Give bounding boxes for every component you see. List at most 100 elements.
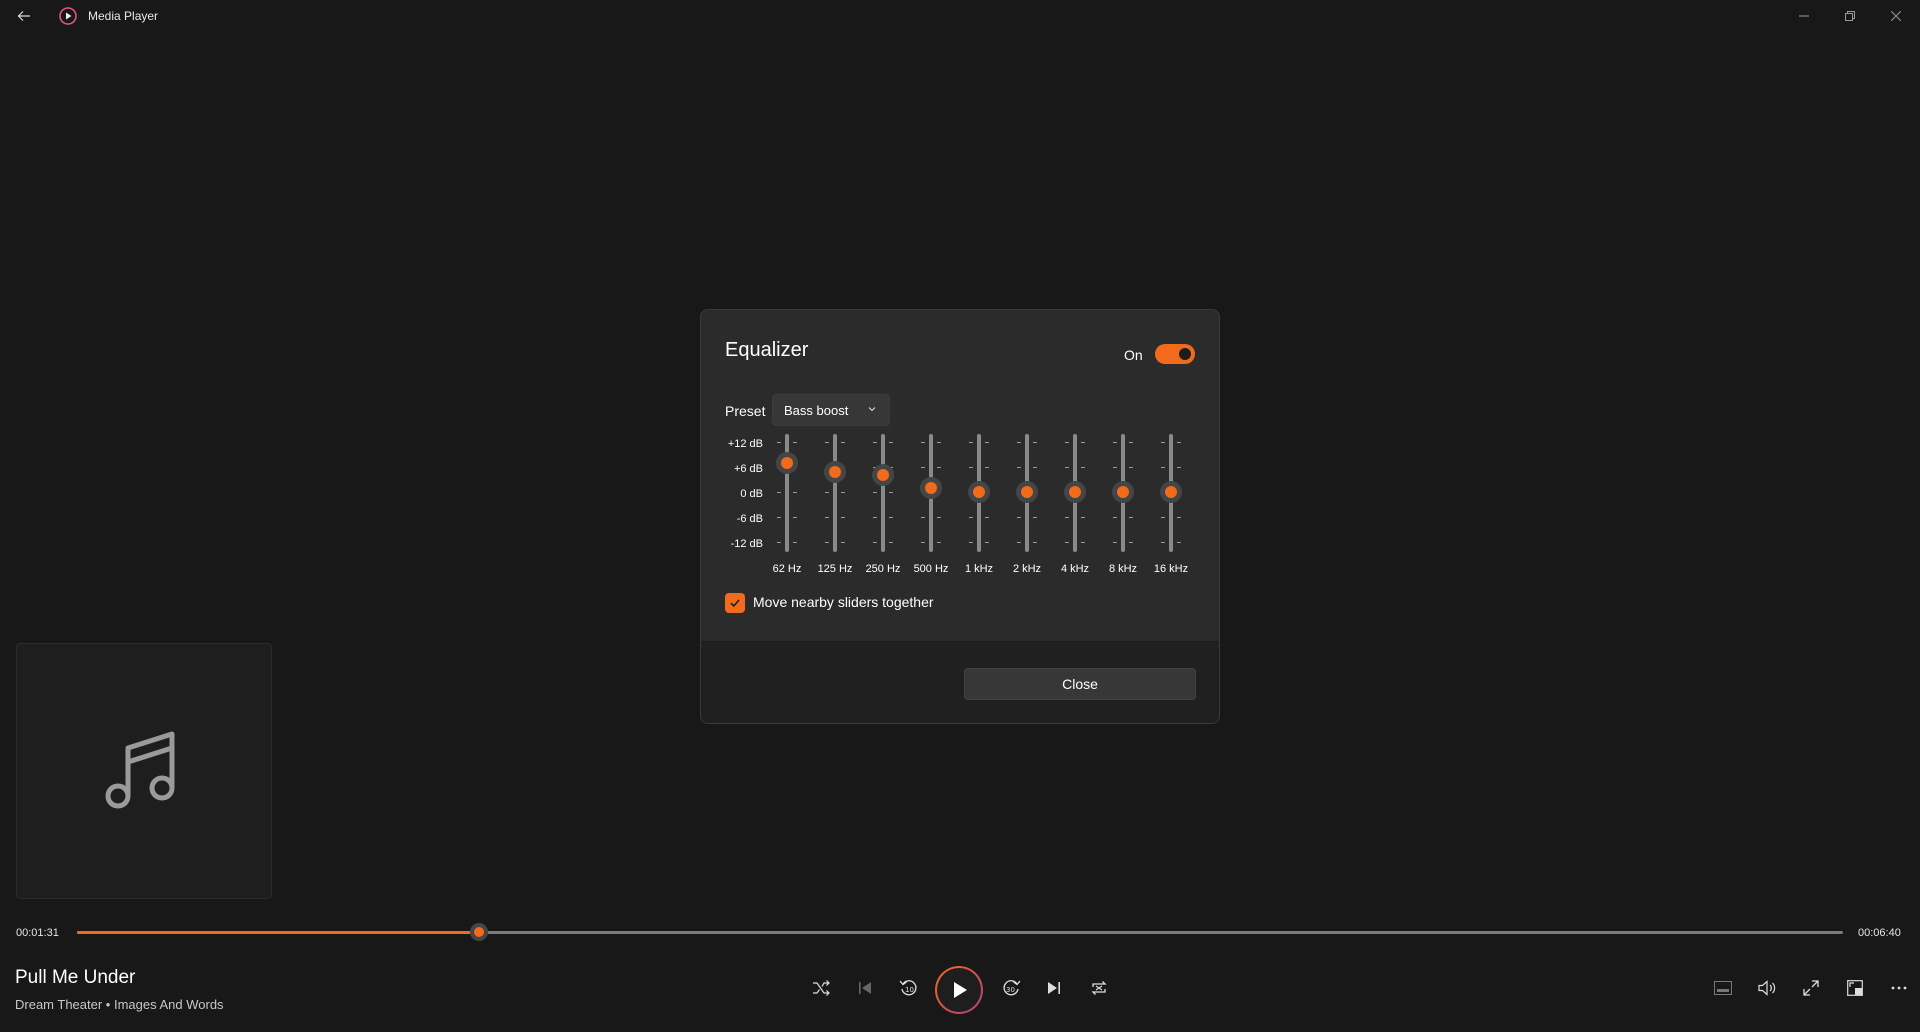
close-window-button[interactable]	[1873, 0, 1919, 32]
eq-tick	[1113, 467, 1117, 468]
eq-tick	[1065, 467, 1069, 468]
eq-tick	[1161, 442, 1165, 443]
eq-tick	[873, 492, 877, 493]
eq-tick	[825, 442, 829, 443]
repeat-button[interactable]	[1079, 968, 1119, 1008]
eq-band-track[interactable]	[833, 434, 837, 552]
eq-tick	[1017, 467, 1021, 468]
eq-band-thumb-dot	[829, 466, 841, 478]
eq-tick	[1113, 442, 1117, 443]
db-label: -12 dB	[730, 538, 763, 550]
eq-tick	[1129, 442, 1133, 443]
volume-button[interactable]	[1747, 968, 1787, 1008]
song-subtitle[interactable]: Dream Theater • Images And Words	[15, 997, 224, 1012]
eq-tick	[969, 517, 973, 518]
rewind-10-icon: 10	[899, 980, 917, 996]
eq-tick	[1017, 442, 1021, 443]
eq-tick	[873, 542, 877, 543]
more-options-button[interactable]	[1879, 968, 1919, 1008]
eq-band: 4 kHz	[1051, 434, 1099, 584]
eq-band-thumb-dot	[1117, 486, 1129, 498]
eq-tick	[1081, 542, 1085, 543]
eq-tick	[1113, 517, 1117, 518]
eq-tick	[825, 517, 829, 518]
eq-band: 250 Hz	[859, 434, 907, 584]
eq-tick	[873, 517, 877, 518]
shuffle-button[interactable]	[801, 968, 841, 1008]
preset-label: Preset	[725, 403, 766, 419]
eq-band-thumb[interactable]	[1064, 481, 1086, 503]
eq-band-thumb[interactable]	[1016, 481, 1038, 503]
close-button[interactable]: Close	[964, 668, 1196, 700]
eq-tick	[889, 542, 893, 543]
eq-band: 2 kHz	[1003, 434, 1051, 584]
preset-dropdown[interactable]: Bass boost	[772, 394, 890, 426]
eq-tick	[969, 442, 973, 443]
toggle-knob	[1179, 348, 1191, 360]
db-label: +6 dB	[733, 463, 763, 475]
eq-band-thumb[interactable]	[776, 451, 798, 474]
band-sliders: 62 Hz 125 Hz 250 Hz 500 Hz 1 kHz 2 kHz 4 kHz 8 …	[763, 434, 1203, 584]
eq-tick	[1161, 542, 1165, 543]
eq-tick	[969, 467, 973, 468]
back-button[interactable]	[8, 2, 40, 30]
eq-band: 125 Hz	[811, 434, 859, 584]
eq-band-thumb[interactable]	[872, 463, 894, 486]
equalizer-toggle[interactable]	[1155, 344, 1195, 364]
song-title[interactable]: Pull Me Under	[15, 967, 135, 989]
eq-band-thumb[interactable]	[968, 481, 990, 503]
maximize-button[interactable]	[1827, 0, 1873, 32]
eq-tick	[985, 517, 989, 518]
eq-tick	[777, 517, 781, 518]
eq-band-thumb[interactable]	[920, 476, 942, 499]
eq-band-thumb-dot	[925, 481, 937, 494]
eq-tick	[1177, 467, 1181, 468]
progress-fill	[77, 931, 479, 934]
forward-seconds: 30	[1006, 986, 1015, 994]
rewind-button[interactable]: 10	[889, 968, 929, 1008]
eq-tick	[921, 542, 925, 543]
eq-band-thumb[interactable]	[1112, 481, 1134, 503]
eq-tick	[985, 542, 989, 543]
eq-tick	[889, 517, 893, 518]
minimize-button[interactable]	[1781, 0, 1827, 32]
forward-button[interactable]: 30	[991, 968, 1031, 1008]
previous-button[interactable]	[845, 968, 885, 1008]
fullscreen-button[interactable]	[1791, 968, 1831, 1008]
db-label: -6 dB	[736, 513, 763, 525]
volume-icon	[1758, 980, 1776, 996]
eq-tick	[1113, 542, 1117, 543]
eq-tick	[841, 542, 845, 543]
eq-tick	[937, 517, 941, 518]
eq-tick	[793, 492, 797, 493]
fullscreen-icon	[1803, 980, 1819, 996]
eq-band-thumb[interactable]	[824, 461, 846, 483]
cast-button[interactable]	[1835, 968, 1875, 1008]
move-together-checkbox[interactable]	[725, 593, 745, 613]
progress-thumb[interactable]	[469, 923, 488, 941]
eq-band-thumb[interactable]	[1160, 481, 1182, 503]
progress-thumb-dot	[473, 927, 484, 937]
eq-tick	[937, 467, 941, 468]
chevron-down-icon	[868, 407, 876, 412]
play-icon	[954, 982, 967, 998]
eq-tick	[777, 542, 781, 543]
eq-tick	[1033, 467, 1037, 468]
eq-tick	[841, 517, 845, 518]
eq-tick	[1129, 542, 1133, 543]
eq-tick	[777, 442, 781, 443]
eq-tick	[921, 467, 925, 468]
eq-tick	[793, 542, 797, 543]
miniplayer-button[interactable]	[1703, 968, 1743, 1008]
next-button[interactable]	[1034, 968, 1074, 1008]
eq-band-thumb-dot	[781, 456, 793, 469]
eq-tick	[1081, 517, 1085, 518]
equalizer-dialog: Equalizer On Preset Bass boost +12 dB +6…	[700, 309, 1220, 724]
eq-tick	[1081, 442, 1085, 443]
play-button[interactable]	[935, 966, 983, 1014]
eq-band-track[interactable]	[881, 434, 885, 552]
back-arrow-icon	[17, 11, 30, 21]
eq-band-label: 16 kHz	[1153, 563, 1189, 575]
restore-icon	[1845, 11, 1855, 21]
eq-tick	[841, 442, 845, 443]
